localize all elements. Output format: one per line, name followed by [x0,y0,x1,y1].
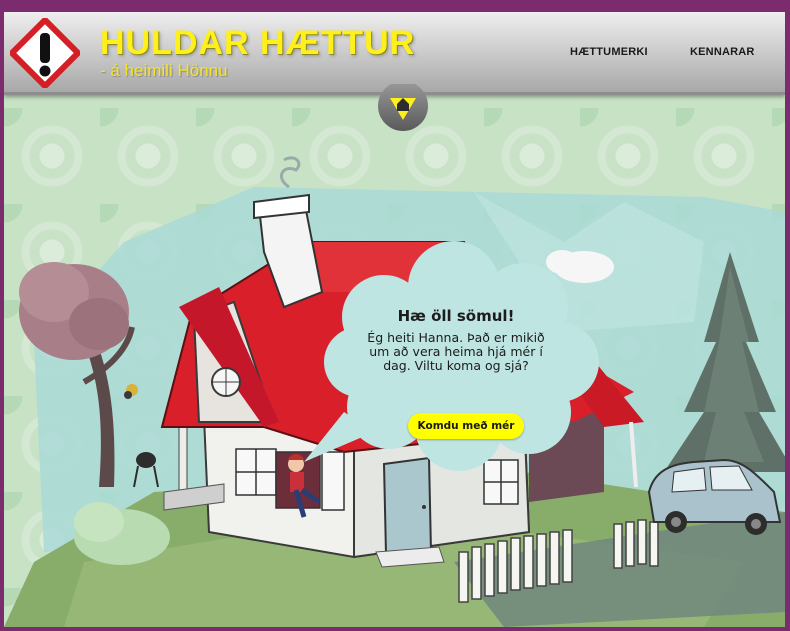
header-bar: HULDAR HÆTTUR - á heimili Hönnu HÆTTUMER… [4,12,785,95]
greeting-text: Ég heiti Hanna. Það er mikið um að vera … [367,330,545,373]
hazard-exclamation-icon[interactable] [10,18,80,88]
speech-bubble-content: Hæ öll sömul! Ég heiti Hanna. Það er mik… [358,307,554,373]
app-title: HULDAR HÆTTUR [100,24,416,62]
greeting-heading: Hæ öll sömul! [397,307,515,325]
app-subtitle: - á heimili Hönnu [100,61,228,80]
nav-hazard-signs[interactable]: HÆTTUMERKI [570,46,648,58]
home-icon[interactable] [377,84,429,136]
app-frame: HULDAR HÆTTUR - á heimili Hönnu HÆTTUMER… [4,12,785,627]
nav-teachers[interactable]: KENNARAR [690,46,755,58]
come-with-me-button[interactable]: Komdu með mér [408,413,524,439]
